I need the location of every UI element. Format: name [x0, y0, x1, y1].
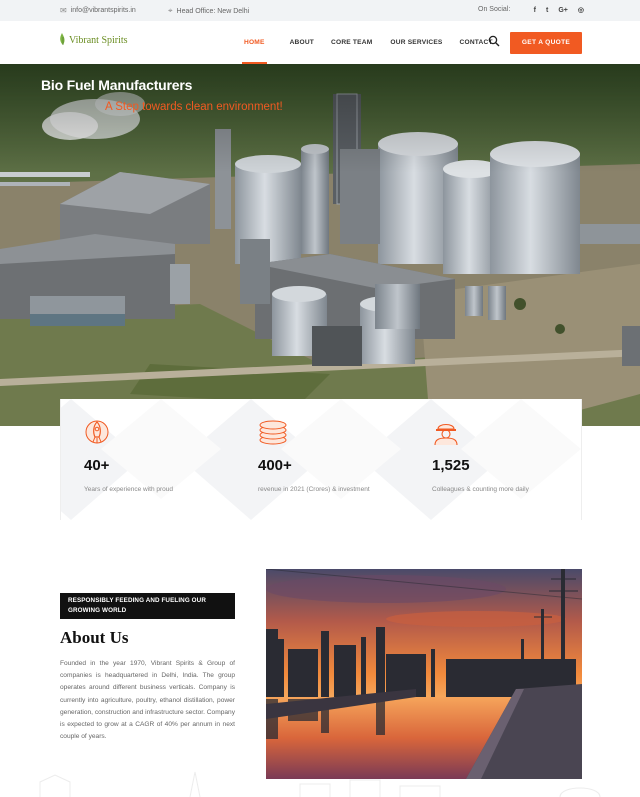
stat-value: 400+: [258, 457, 292, 474]
stat-label: Years of experience with proud: [84, 486, 174, 493]
site-logo[interactable]: Vibrant Spirits: [58, 32, 128, 46]
email-text[interactable]: info@vibrantspirits.in: [71, 7, 136, 14]
nav-home[interactable]: HOME: [242, 21, 267, 64]
about-tagline-badge: RESPONSIBLY FEEDING AND FUELING OUR GROW…: [60, 593, 235, 619]
stat-experience: 40+ Years of experience with proud: [61, 399, 231, 520]
facebook-icon[interactable]: f: [534, 7, 536, 14]
hero-plant-image: [0, 64, 640, 426]
instagram-icon[interactable]: ◎: [578, 6, 584, 14]
stat-colleagues: 1,525 Colleagues & counting more daily: [409, 399, 579, 520]
sunset-plant-photo: [266, 569, 582, 779]
worker-icon: [434, 423, 458, 446]
stat-label: revenue in 2021 (Crores) & investment: [258, 486, 370, 493]
rocket-icon: [85, 420, 109, 444]
coins-icon: [259, 420, 287, 445]
get-a-quote-button[interactable]: GET A QUOTE: [510, 32, 582, 54]
city-skyline-outline: [39, 771, 601, 797]
head-office: ⌖ Head Office: New Delhi: [168, 6, 249, 16]
social-label: On Social:: [478, 6, 511, 13]
leaf-logo-icon: [60, 33, 65, 45]
main-header: Vibrant Spirits HOME ABOUT CORE TEAM OUR…: [0, 21, 640, 64]
stat-label: Colleagues & counting more daily: [432, 486, 529, 493]
stat-revenue: 400+ revenue in 2021 (Crores) & investme…: [235, 399, 405, 520]
about-body: Founded in the year 1970, Vibrant Spirit…: [60, 660, 235, 741]
nav-core-team[interactable]: CORE TEAM: [331, 21, 372, 64]
stats-panel: 40+ Years of experience with proud 400+ …: [60, 399, 582, 520]
envelope-icon: ✉: [60, 6, 67, 15]
hero-banner: Bio Fuel Manufacturers A Step towards cl…: [0, 64, 640, 426]
email-contact[interactable]: ✉ info@vibrantspirits.in: [60, 6, 136, 15]
social-links: f t G+ ◎: [534, 6, 584, 15]
main-nav: HOME ABOUT CORE TEAM OUR SERVICES CONTAC…: [242, 21, 493, 64]
location-pin-icon: ⌖: [168, 6, 173, 15]
about-title: About Us: [60, 628, 129, 647]
search-icon[interactable]: [488, 35, 500, 47]
nav-about[interactable]: ABOUT: [290, 21, 314, 64]
nav-our-services[interactable]: OUR SERVICES: [390, 21, 442, 64]
stat-value: 1,525: [432, 457, 470, 474]
stat-value: 40+: [84, 457, 110, 474]
sunset-plant-image: [266, 569, 582, 779]
twitter-icon[interactable]: t: [546, 7, 548, 14]
hero-subtitle: A Step towards clean environment!: [105, 101, 283, 113]
head-office-text: Head Office: New Delhi: [176, 7, 250, 15]
top-bar: ✉ info@vibrantspirits.in ⌖ Head Office: …: [0, 0, 640, 21]
logo-text: Vibrant Spirits: [69, 35, 128, 46]
google-plus-icon[interactable]: G+: [558, 7, 568, 14]
hero-title: Bio Fuel Manufacturers: [41, 77, 193, 93]
